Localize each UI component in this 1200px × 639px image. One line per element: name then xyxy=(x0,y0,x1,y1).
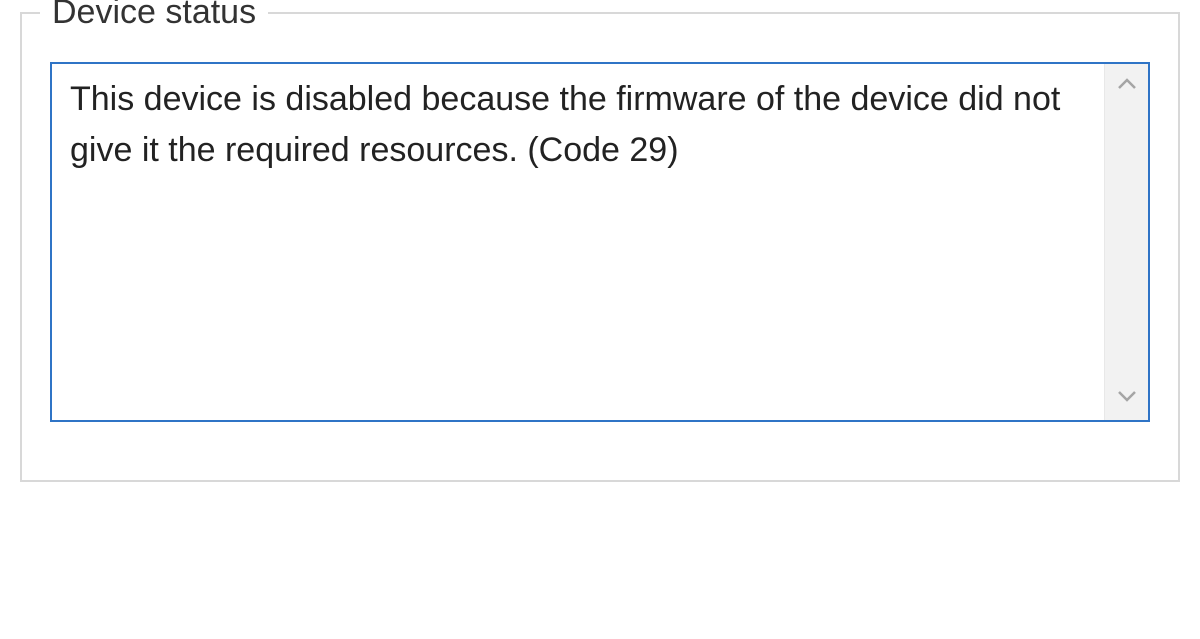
chevron-up-icon xyxy=(1117,77,1137,96)
device-status-group: Device status This device is disabled be… xyxy=(20,12,1180,482)
scroll-up-button[interactable] xyxy=(1105,70,1148,102)
groupbox-legend: Device status xyxy=(40,0,268,33)
groupbox-border: Device status This device is disabled be… xyxy=(20,12,1180,482)
scrollbar[interactable] xyxy=(1104,64,1148,420)
scroll-down-button[interactable] xyxy=(1105,382,1148,414)
status-message: This device is disabled because the firm… xyxy=(52,64,1104,420)
chevron-down-icon xyxy=(1117,389,1137,408)
status-textbox[interactable]: This device is disabled because the firm… xyxy=(50,62,1150,422)
